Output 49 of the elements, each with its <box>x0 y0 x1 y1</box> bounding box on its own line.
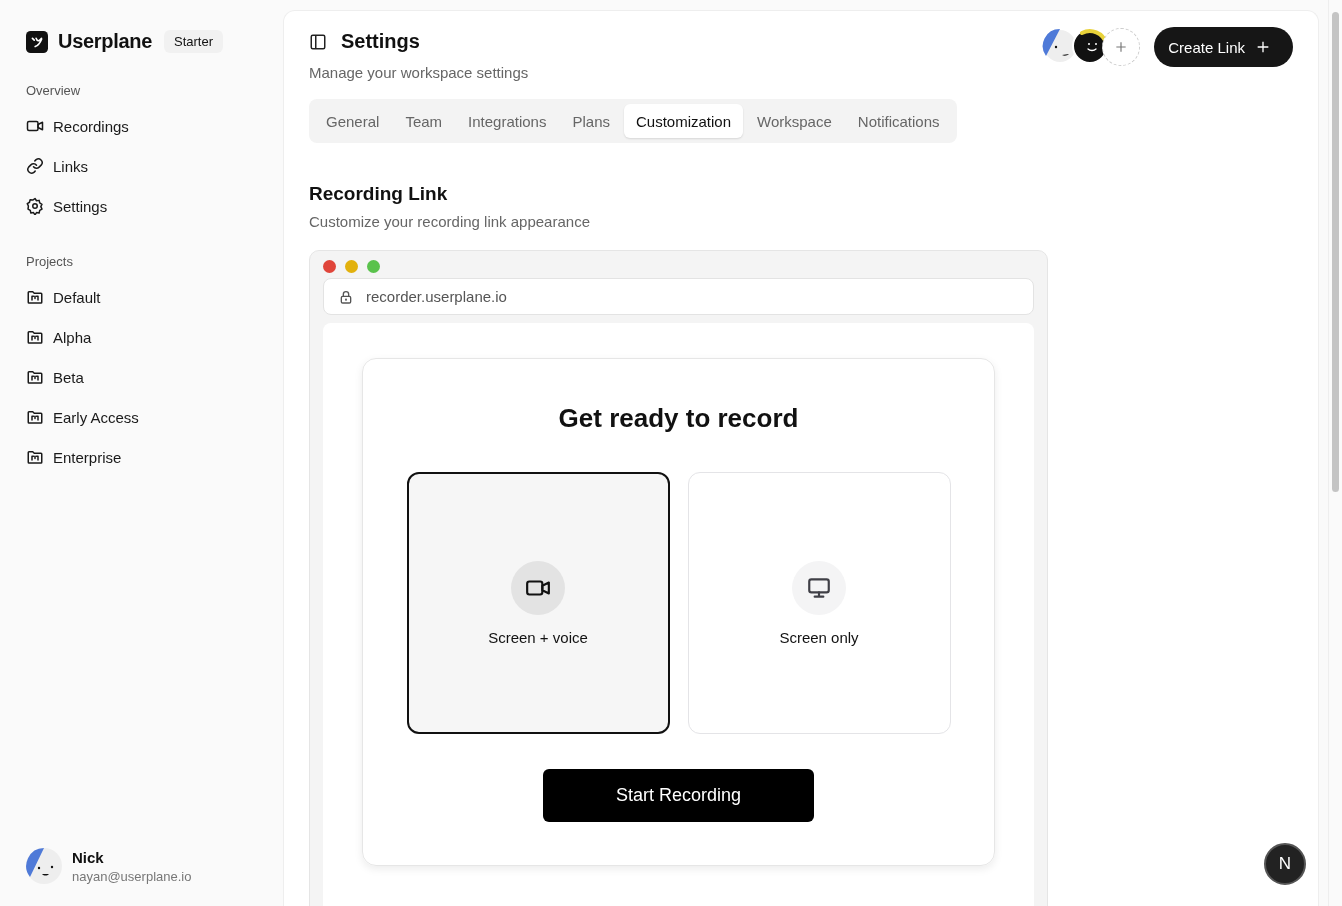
section-description: Customize your recording link appearance <box>309 213 591 230</box>
lock-icon <box>338 288 354 305</box>
folder-icon <box>26 408 44 426</box>
nav-item[interactable]: Early Access <box>26 397 257 437</box>
folder-icon <box>26 288 44 306</box>
tab[interactable]: Workspace <box>745 104 844 138</box>
logo-icon <box>26 30 48 53</box>
nav-heading: Overview <box>26 83 82 98</box>
tab[interactable]: General <box>314 104 392 138</box>
recording-option[interactable]: Screen only <box>687 472 951 734</box>
tab[interactable]: Integrations <box>456 104 559 138</box>
user-email: nayan@userplane.io <box>72 868 192 884</box>
monitor-icon <box>806 575 832 601</box>
plan-badge: Starter <box>164 30 224 53</box>
nav-heading: Projects <box>26 254 74 269</box>
nav-item[interactable]: Links <box>26 146 257 186</box>
window-dot <box>367 260 380 273</box>
tab[interactable]: Notifications <box>845 104 952 138</box>
folder-icon <box>26 448 44 466</box>
section-title: Recording Link <box>309 183 449 205</box>
tab[interactable]: Customization <box>624 104 744 138</box>
nav-item[interactable]: Recordings <box>26 106 257 146</box>
nav-item[interactable]: Beta <box>26 357 257 397</box>
plus-icon <box>1255 39 1271 55</box>
tab[interactable]: Team <box>393 104 455 138</box>
create-link-button[interactable]: Create Link <box>1154 27 1293 67</box>
nav-item[interactable]: Default <box>26 277 257 317</box>
brand-name: Userplane <box>58 30 152 53</box>
recording-option[interactable]: Screen + voice <box>406 472 670 734</box>
dialog-title: Get ready to record <box>558 403 799 434</box>
page-title: Settings <box>341 30 420 53</box>
link-icon <box>26 157 44 175</box>
settings-icon <box>26 197 44 215</box>
nav-item[interactable]: Settings <box>26 186 257 226</box>
window-dot <box>345 260 358 273</box>
user-profile[interactable]: Nick nayan@userplane.io <box>26 848 257 884</box>
page-subtitle: Manage your workspace settings <box>309 64 529 81</box>
tab[interactable]: Plans <box>560 104 622 138</box>
user-name: Nick <box>72 848 105 866</box>
url-text: recorder.userplane.io <box>366 288 507 305</box>
folder-icon <box>26 368 44 386</box>
sidebar-toggle-icon[interactable] <box>309 32 327 51</box>
window-dot <box>323 260 336 273</box>
avatar-icon <box>26 848 62 884</box>
plus-icon <box>1114 40 1129 54</box>
nav-item[interactable]: Enterprise <box>26 437 257 477</box>
folder-icon <box>26 328 44 346</box>
nav-item[interactable]: Alpha <box>26 317 257 357</box>
start-recording-button[interactable]: Start Recording <box>543 769 814 822</box>
